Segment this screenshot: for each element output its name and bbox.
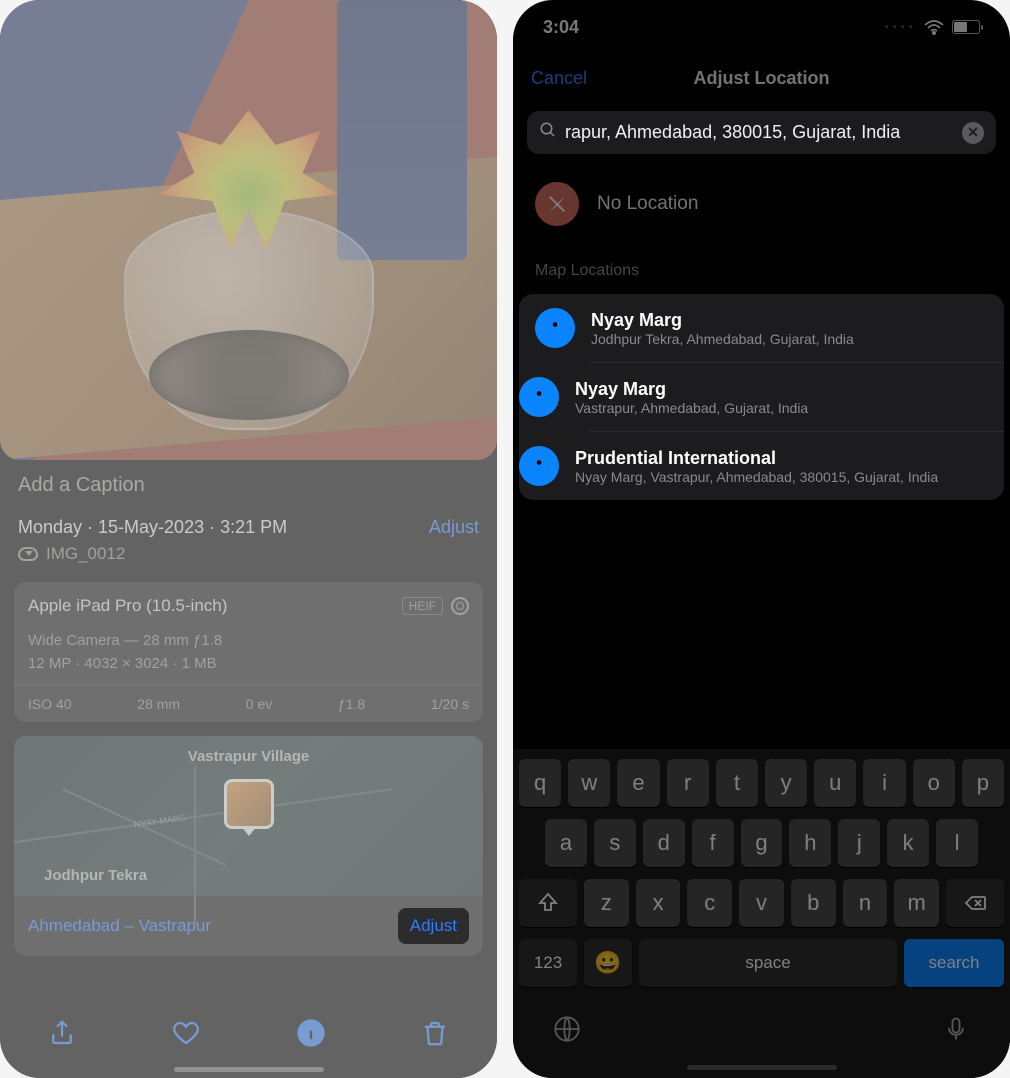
cloud-download-icon xyxy=(18,547,38,561)
space-key[interactable]: space xyxy=(639,939,897,987)
key-d[interactable]: d xyxy=(643,819,685,867)
shift-key[interactable] xyxy=(519,879,577,927)
globe-icon[interactable] xyxy=(553,1015,581,1048)
result-title: Prudential International xyxy=(575,448,988,469)
info-icon[interactable] xyxy=(296,1018,326,1053)
location-result-row[interactable]: Nyay Marg Vastrapur, Ahmedabad, Gujarat,… xyxy=(589,362,1004,431)
key-v[interactable]: v xyxy=(739,879,784,927)
key-s[interactable]: s xyxy=(594,819,636,867)
key-e[interactable]: e xyxy=(617,759,659,807)
result-subtitle: Vastrapur, Ahmedabad, Gujarat, India xyxy=(575,400,988,416)
home-indicator[interactable] xyxy=(687,1065,837,1070)
specs-line: 12 MP · 4032 × 3024 · 1 MB xyxy=(28,653,469,676)
map-road-label: NYAY-MARG xyxy=(134,812,187,829)
dictation-icon[interactable] xyxy=(942,1015,970,1048)
bottom-toolbar xyxy=(0,1000,497,1070)
key-q[interactable]: q xyxy=(519,759,561,807)
no-location-label: No Location xyxy=(597,193,698,215)
search-key[interactable]: search xyxy=(904,939,1004,987)
key-f[interactable]: f xyxy=(692,819,734,867)
wifi-icon xyxy=(924,20,944,35)
device-name: Apple iPad Pro (10.5-inch) xyxy=(28,596,227,616)
result-subtitle: Nyay Marg, Vastrapur, Ahmedabad, 380015,… xyxy=(575,469,988,485)
key-g[interactable]: g xyxy=(741,819,783,867)
result-subtitle: Jodhpur Tekra, Ahmedabad, Gujarat, India xyxy=(591,331,988,347)
key-i[interactable]: i xyxy=(863,759,905,807)
numbers-key[interactable]: 123 xyxy=(519,939,577,987)
key-k[interactable]: k xyxy=(887,819,929,867)
map-area-label-jodhpur: Jodhpur Tekra xyxy=(44,867,147,884)
result-title: Nyay Marg xyxy=(575,379,988,400)
date-time-label: Monday · 15-May-2023 · 3:21 PM xyxy=(18,517,287,538)
no-location-icon xyxy=(535,182,579,226)
map-area-label-village: Vastrapur Village xyxy=(188,748,309,765)
photos-info-screen: Add a Caption Monday · 15-May-2023 · 3:2… xyxy=(0,0,497,1078)
key-m[interactable]: m xyxy=(894,879,939,927)
adjust-location-button[interactable]: Adjust xyxy=(398,908,469,944)
lens-line: Wide Camera — 28 mm ƒ1.8 xyxy=(28,630,469,653)
page-title: Adjust Location xyxy=(694,68,830,89)
key-a[interactable]: a xyxy=(545,819,587,867)
focal-value: 28 mm xyxy=(137,696,180,712)
status-time: 3:04 xyxy=(543,17,579,38)
key-t[interactable]: t xyxy=(716,759,758,807)
ios-keyboard: qwertyuiop asdfghjkl zxcvbnm 123 😀 space… xyxy=(513,749,1010,1078)
map-location-label: Ahmedabad – Vastrapur xyxy=(28,916,211,936)
key-w[interactable]: w xyxy=(568,759,610,807)
heart-icon[interactable] xyxy=(171,1018,201,1053)
trash-icon[interactable] xyxy=(420,1018,450,1053)
location-map-card[interactable]: NYAY-MARG Vastrapur Village Jodhpur Tekr… xyxy=(14,736,483,956)
result-title: Nyay Marg xyxy=(591,310,988,331)
key-r[interactable]: r xyxy=(667,759,709,807)
key-y[interactable]: y xyxy=(765,759,807,807)
status-bar: 3:04 ···· xyxy=(513,0,1010,54)
key-j[interactable]: j xyxy=(838,819,880,867)
iso-value: ISO 40 xyxy=(28,696,72,712)
adjust-date-button[interactable]: Adjust xyxy=(429,517,479,538)
cancel-button[interactable]: Cancel xyxy=(531,68,587,89)
location-result-row[interactable]: Prudential International Nyay Marg, Vast… xyxy=(589,431,1004,500)
caption-field[interactable]: Add a Caption xyxy=(0,460,497,511)
battery-icon xyxy=(952,20,980,34)
search-icon xyxy=(539,121,557,144)
key-p[interactable]: p xyxy=(962,759,1004,807)
raw-indicator-icon xyxy=(451,597,469,615)
map-pin-icon xyxy=(519,377,559,417)
cellular-icon: ···· xyxy=(884,17,916,38)
key-u[interactable]: u xyxy=(814,759,856,807)
key-n[interactable]: n xyxy=(843,879,888,927)
section-header-map-locations: Map Locations xyxy=(513,254,1010,288)
emoji-key[interactable]: 😀 xyxy=(584,939,632,987)
filename-label: IMG_0012 xyxy=(46,544,125,564)
aperture-value: ƒ1.8 xyxy=(338,696,365,712)
map-pin-icon xyxy=(535,308,575,348)
backspace-key[interactable] xyxy=(946,879,1004,927)
map-photo-pin[interactable] xyxy=(224,779,274,829)
clear-search-icon[interactable]: ✕ xyxy=(962,122,984,144)
key-c[interactable]: c xyxy=(687,879,732,927)
key-o[interactable]: o xyxy=(913,759,955,807)
no-location-row[interactable]: No Location xyxy=(513,154,1010,254)
key-z[interactable]: z xyxy=(584,879,629,927)
share-icon[interactable] xyxy=(47,1018,77,1053)
photo-preview[interactable] xyxy=(0,0,497,460)
key-b[interactable]: b xyxy=(791,879,836,927)
map-pin-icon xyxy=(519,446,559,486)
key-x[interactable]: x xyxy=(636,879,681,927)
location-result-row[interactable]: Nyay Marg Jodhpur Tekra, Ahmedabad, Guja… xyxy=(519,294,1004,362)
camera-info-card: Apple iPad Pro (10.5-inch) HEIF Wide Cam… xyxy=(14,582,483,722)
key-h[interactable]: h xyxy=(789,819,831,867)
shutter-value: 1/20 s xyxy=(431,696,469,712)
location-search-input[interactable] xyxy=(565,122,954,143)
ev-value: 0 ev xyxy=(246,696,272,712)
format-badge: HEIF xyxy=(402,597,443,615)
location-results-list: Nyay Marg Jodhpur Tekra, Ahmedabad, Guja… xyxy=(519,294,1004,500)
key-l[interactable]: l xyxy=(936,819,978,867)
home-indicator[interactable] xyxy=(174,1067,324,1072)
search-field-container: ✕ xyxy=(527,111,996,154)
adjust-location-screen: 3:04 ···· Cancel Adjust Location ✕ No Lo… xyxy=(513,0,1010,1078)
